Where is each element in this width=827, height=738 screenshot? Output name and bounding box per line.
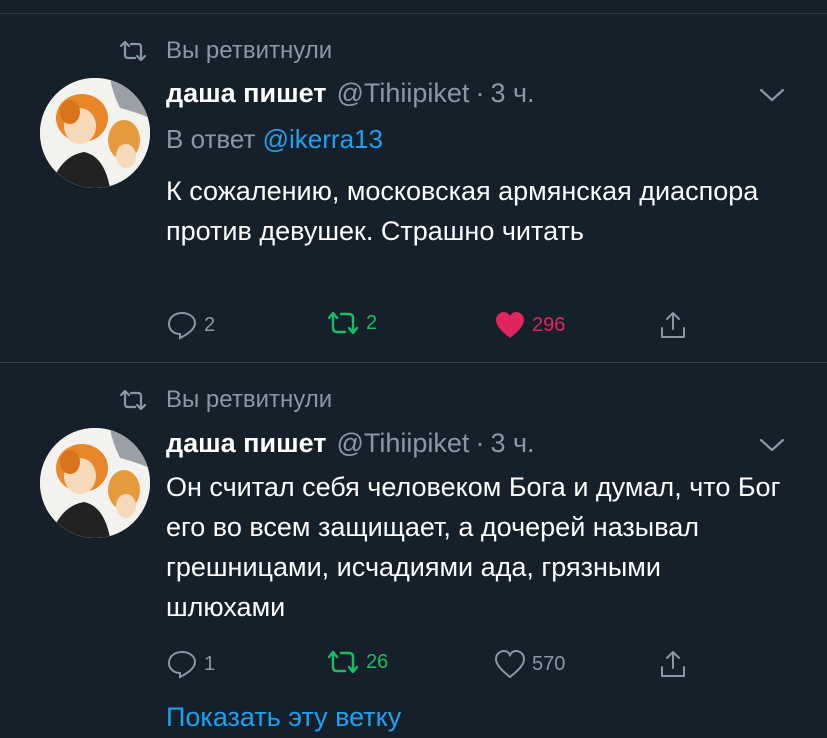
retweet-button[interactable]: 26 [326,649,388,675]
tweet-time[interactable]: 3 ч. [490,75,534,111]
retweet-icon [118,40,148,62]
tweet-actions: 1 26 570 [166,649,706,683]
avatar[interactable] [40,78,150,188]
reply-mention[interactable]: @ikerra13 [263,124,383,154]
like-icon [494,310,526,340]
like-count: 570 [532,652,566,675]
reply-button[interactable]: 1 [166,649,215,679]
retweet-context: Вы ретвитнули [118,386,332,414]
tweet[interactable]: Вы ретвитнули даша пишет @Tihiipiket · 3… [0,364,827,738]
author-handle[interactable]: @Tihiipiket [336,75,469,111]
author-name[interactable]: даша пишет [166,425,326,461]
top-divider [0,0,827,14]
share-icon [658,649,688,679]
tweet-header: даша пишет @Tihiipiket · 3 ч. [166,75,787,111]
tweet-text: Он считал себя человеком Бога и думал, ч… [166,472,781,622]
retweet-count: 26 [366,650,389,673]
separator-dot: · [475,428,485,458]
tweet-time[interactable]: 3 ч. [490,425,534,461]
reply-icon [166,649,198,679]
reply-prefix: В ответ [166,124,256,154]
retweet-label: Вы ретвитнули [166,386,333,413]
retweet-button[interactable]: 2 [326,310,377,336]
author-name[interactable]: даша пишет [166,75,326,111]
tweet-content: даша пишет @Tihiipiket · 3 ч. В ответ @i… [166,75,787,251]
avatar[interactable] [40,428,150,538]
retweet-icon [326,310,360,336]
tweet-content: даша пишет @Tihiipiket · 3 ч. Он считал … [166,425,787,627]
like-button[interactable]: 296 [494,310,565,340]
tweet[interactable]: Вы ретвитнули даша пишет @Tihiipiket · 3… [0,15,827,363]
share-button[interactable] [658,310,688,340]
retweet-context: Вы ретвитнули [118,37,332,65]
separator-dot: · [475,78,485,108]
reply-count: 2 [204,313,216,336]
chevron-down-icon[interactable] [757,433,787,457]
reply-button[interactable]: 2 [166,310,215,340]
tweet-header: даша пишет @Tihiipiket · 3 ч. [166,425,787,461]
share-button[interactable] [658,649,688,679]
reply-count: 1 [204,652,216,675]
like-button[interactable]: 570 [494,649,565,679]
retweet-label: Вы ретвитнули [166,37,333,64]
chevron-down-icon[interactable] [757,83,787,107]
retweet-count: 2 [366,311,378,334]
retweet-icon [326,649,360,675]
tweet-actions: 2 2 296 [166,310,706,344]
share-icon [658,310,688,340]
retweet-icon [118,389,148,411]
show-thread-link[interactable]: Показать эту ветку [166,702,401,733]
tweet-text: К сожалению, московская армянская диаспо… [166,176,759,246]
reply-to: В ответ @ikerra13 [166,121,787,157]
reply-icon [166,310,198,340]
like-icon [494,649,526,679]
author-handle[interactable]: @Tihiipiket [336,425,469,461]
like-count: 296 [532,313,566,336]
